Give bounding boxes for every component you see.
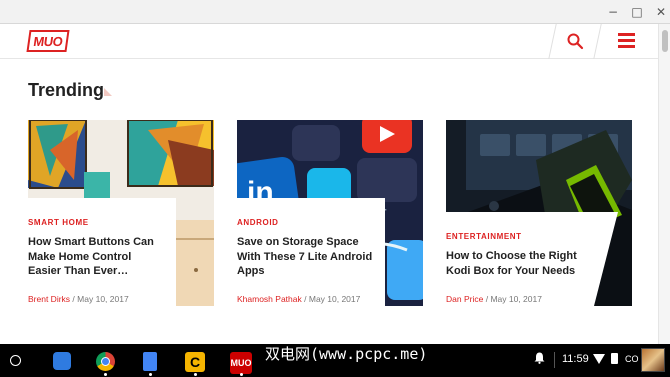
window-titlebar: − □ ✕ [0, 0, 670, 24]
muo-app-icon[interactable]: MUO [230, 352, 252, 374]
docs-icon[interactable] [143, 352, 157, 371]
running-indicator [194, 373, 197, 376]
article-caption: ENTERTAINMENT How to Choose the Right Ko… [446, 212, 618, 306]
article-meta: Dan Price / May 10, 2017 [446, 294, 542, 304]
launcher-icon[interactable] [10, 355, 21, 366]
article-caption: SMART HOME How Smart Buttons Can Make Ho… [28, 198, 176, 306]
system-clock[interactable]: 11:59 [562, 353, 589, 365]
shelf-divider [554, 352, 555, 368]
running-indicator [104, 373, 107, 376]
article-category[interactable]: SMART HOME [28, 218, 89, 227]
search-icon [567, 33, 584, 50]
section-title: Trending [28, 80, 104, 100]
article-date: May 10, 2017 [490, 294, 542, 304]
battery-icon[interactable] [611, 353, 618, 364]
menu-button[interactable] [618, 33, 636, 49]
running-indicator [240, 373, 243, 376]
site-header: MUO [0, 24, 658, 59]
article-date: May 10, 2017 [77, 294, 129, 304]
minimize-button[interactable]: − [604, 4, 622, 20]
article-category[interactable]: ENTERTAINMENT [446, 232, 522, 241]
article-date: May 10, 2017 [308, 294, 361, 304]
section-title-accent [104, 88, 112, 96]
watermark-text: 双电网(www.pcpc.me) [262, 344, 431, 364]
article-meta: Brent Dirks / May 10, 2017 [28, 294, 129, 304]
page-scrollbar[interactable] [658, 24, 670, 344]
article-category[interactable]: ANDROID [237, 218, 279, 227]
article-card[interactable]: in ANDROID Save on Storage Space With Th… [237, 120, 423, 306]
meta-separator: / [304, 294, 307, 304]
article-author[interactable]: Brent Dirks [28, 294, 70, 304]
hamburger-menu-icon [618, 33, 635, 36]
article-meta: Khamosh Pathak / May 10, 2017 [237, 294, 360, 304]
chrome-icon[interactable] [96, 352, 115, 371]
article-card[interactable]: SMART HOME How Smart Buttons Can Make Ho… [28, 120, 214, 306]
article-title[interactable]: How Smart Buttons Can Make Home Control … [28, 235, 164, 279]
input-locale[interactable]: CO [625, 354, 639, 364]
wifi-icon[interactable] [593, 354, 605, 364]
c-app-icon[interactable]: C [185, 352, 205, 372]
logo-text: MUO [32, 33, 64, 49]
search-button[interactable] [566, 32, 584, 50]
hamburger-line [618, 45, 635, 48]
meta-separator: / [485, 294, 489, 304]
meta-separator: / [72, 294, 75, 304]
article-title[interactable]: Save on Storage Space With These 7 Lite … [237, 235, 373, 279]
article-title[interactable]: How to Choose the Right Kodi Box for You… [446, 249, 586, 278]
article-caption: ANDROID Save on Storage Space With These… [237, 198, 385, 306]
site-logo[interactable]: MUO [26, 30, 70, 52]
article-author[interactable]: Dan Price [446, 294, 483, 304]
hamburger-line [618, 39, 635, 42]
header-divider [548, 24, 557, 59]
scrollbar-thumb[interactable] [662, 30, 668, 52]
running-indicator [149, 373, 152, 376]
notification-bell-icon[interactable] [534, 352, 545, 364]
maximize-button[interactable]: □ [628, 4, 646, 20]
user-avatar[interactable] [641, 348, 665, 372]
close-button[interactable]: ✕ [652, 4, 670, 20]
article-card[interactable]: ENTERTAINMENT How to Choose the Right Ko… [446, 120, 632, 306]
files-icon[interactable] [53, 352, 71, 370]
header-divider [593, 24, 602, 59]
article-author[interactable]: Khamosh Pathak [237, 294, 302, 304]
